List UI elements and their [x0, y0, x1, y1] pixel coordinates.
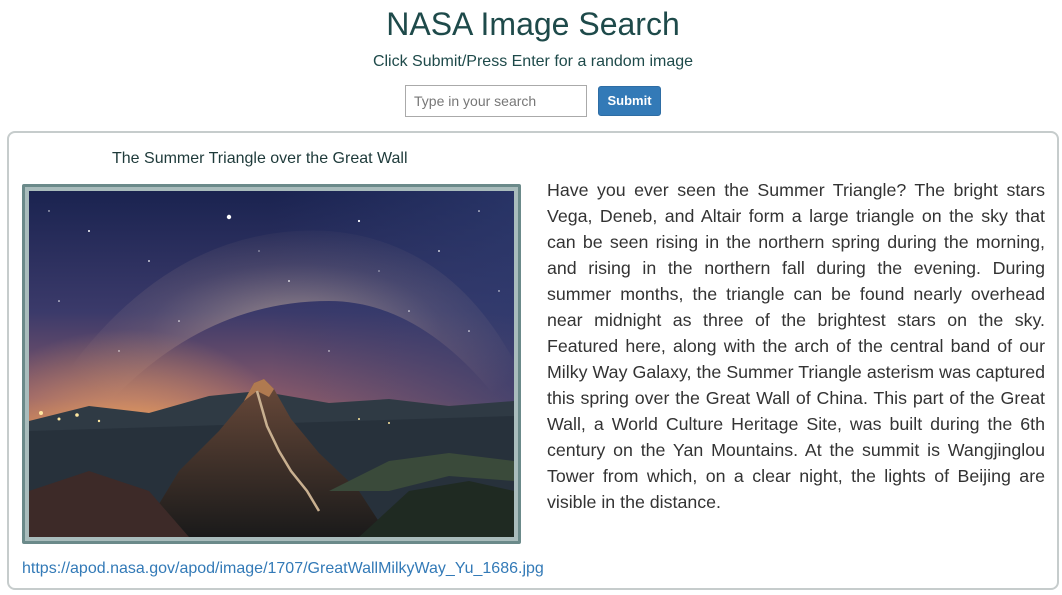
submit-button[interactable]: Submit [598, 86, 661, 116]
image-title: The Summer Triangle over the Great Wall [112, 150, 408, 167]
search-input[interactable] [405, 85, 587, 117]
apod-image [29, 191, 514, 537]
page-subtitle: Click Submit/Press Enter for a random im… [372, 53, 694, 70]
result-card: The Summer Triangle over the Great Wall [7, 131, 1059, 590]
image-description: Have you ever seen the Summer Triangle? … [547, 180, 1045, 512]
image-frame [22, 184, 521, 544]
page-title: NASA Image Search [386, 6, 680, 42]
image-url-link[interactable]: https://apod.nasa.gov/apod/image/1707/Gr… [22, 559, 544, 579]
